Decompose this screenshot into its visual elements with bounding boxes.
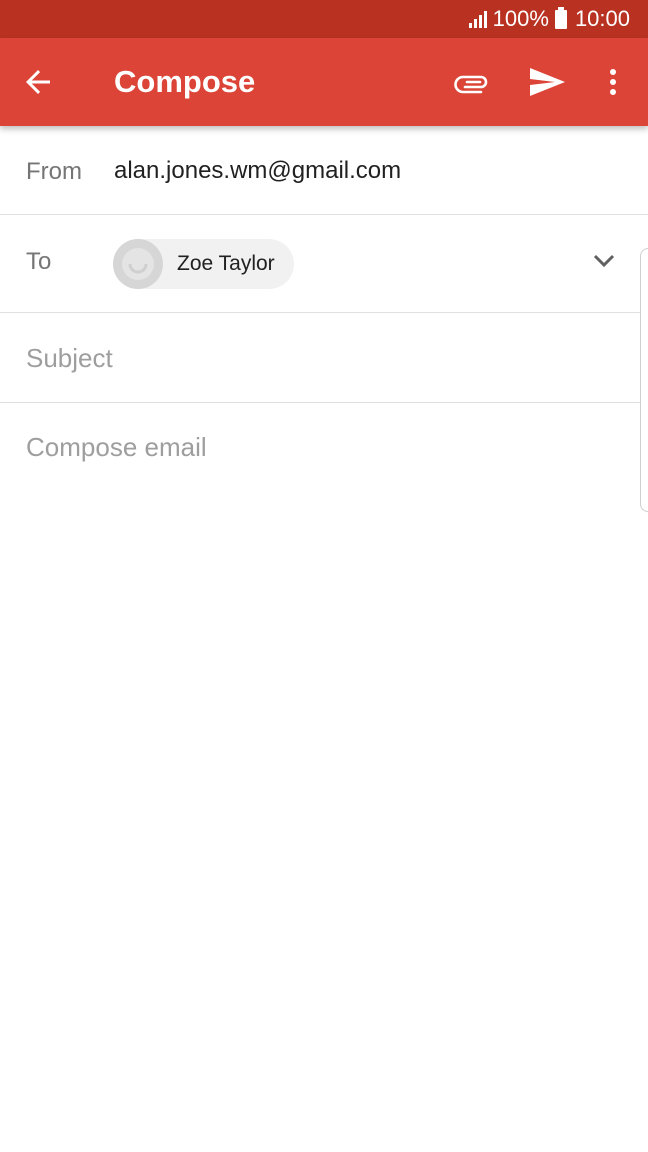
app-bar: Compose bbox=[0, 38, 648, 126]
clock: 10:00 bbox=[574, 6, 630, 31]
send-icon[interactable] bbox=[526, 62, 568, 102]
subject-placeholder: Subject bbox=[26, 343, 113, 373]
recipient-name: Zoe Taylor bbox=[177, 252, 275, 275]
battery-icon bbox=[554, 6, 567, 29]
subject-field[interactable]: Subject bbox=[0, 313, 648, 403]
recipient-chip[interactable]: Zoe Taylor bbox=[113, 239, 294, 289]
more-vert-icon[interactable] bbox=[600, 62, 626, 102]
to-label: To bbox=[26, 248, 52, 275]
signal-icon bbox=[467, 10, 487, 28]
edge-panel-handle[interactable] bbox=[640, 248, 648, 512]
back-arrow-icon[interactable] bbox=[18, 62, 58, 102]
to-row[interactable]: To Zoe Taylor bbox=[0, 215, 648, 313]
from-address[interactable]: alan.jones.wm@gmail.com bbox=[114, 157, 401, 185]
chevron-down-icon[interactable] bbox=[590, 247, 618, 275]
from-label: From bbox=[26, 158, 82, 185]
compose-email-field[interactable]: Compose email bbox=[26, 432, 207, 463]
from-row[interactable]: From alan.jones.wm@gmail.com bbox=[0, 126, 648, 215]
page-title: Compose bbox=[114, 64, 256, 99]
battery-percentage: 100% bbox=[492, 6, 549, 31]
paperclip-icon[interactable] bbox=[452, 62, 492, 102]
avatar-icon bbox=[113, 239, 163, 289]
status-bar: 100% 10:00 bbox=[0, 0, 648, 38]
